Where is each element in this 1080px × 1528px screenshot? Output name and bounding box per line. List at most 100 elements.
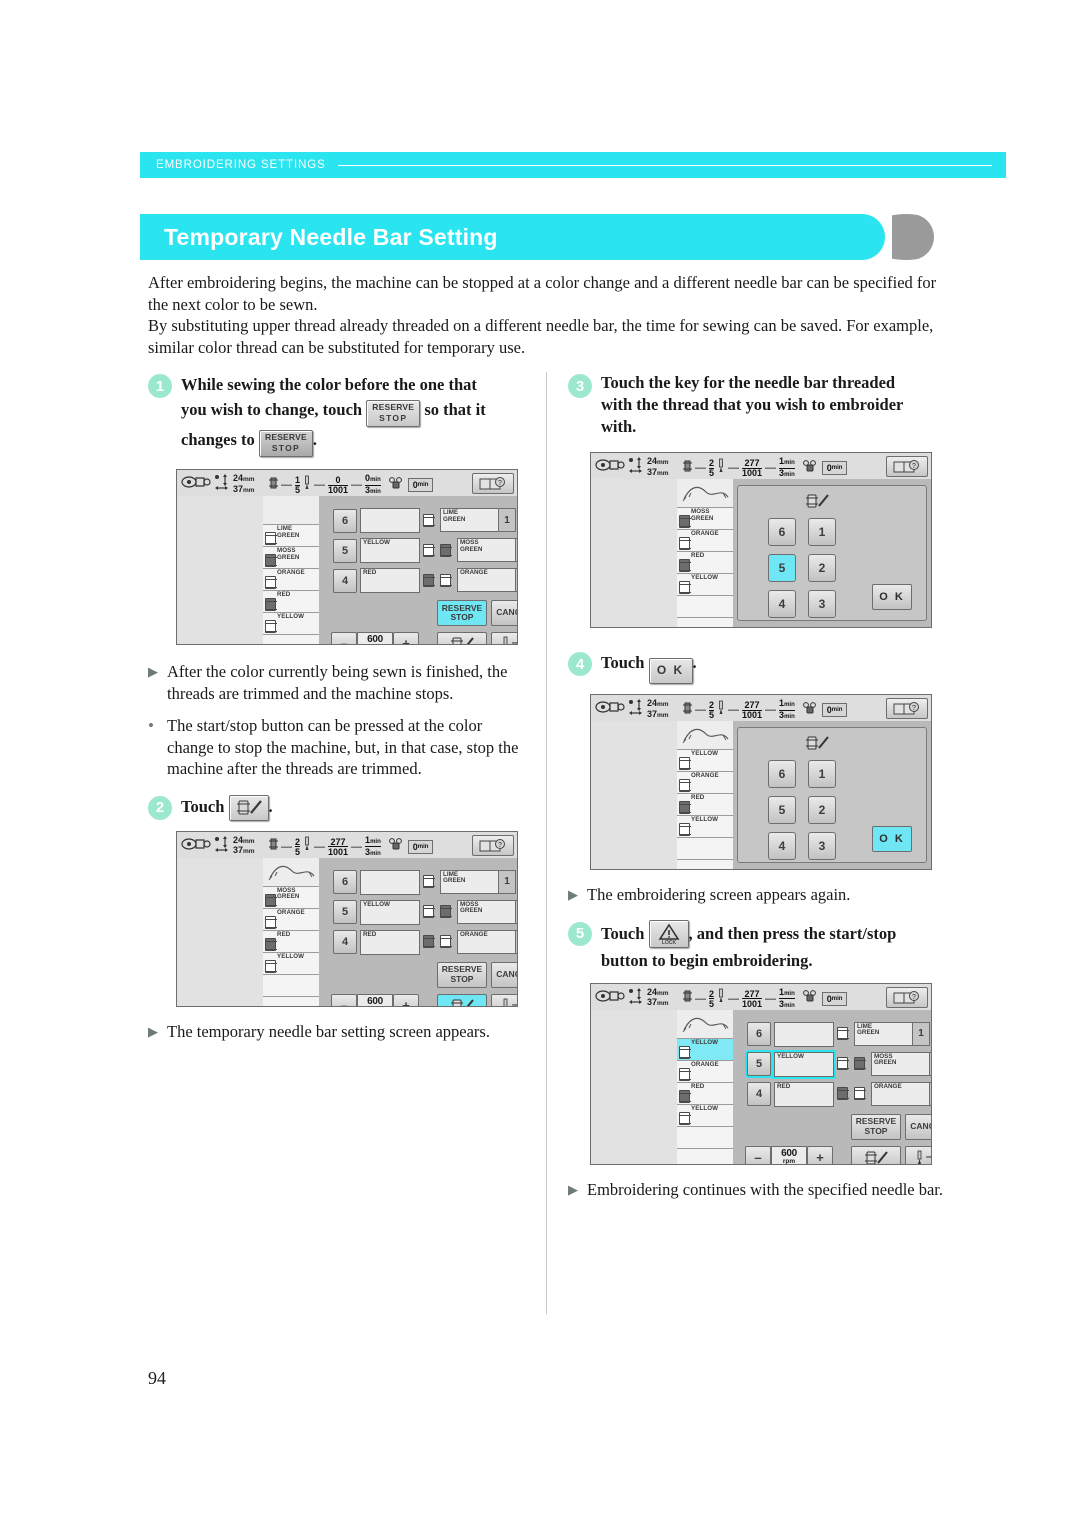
needle-bar-setting-button[interactable] [851, 1145, 901, 1164]
help-key[interactable]: ? [886, 986, 928, 1008]
help-key[interactable]: ? [472, 473, 514, 494]
thread-list-item[interactable]: ORANGE3 [263, 908, 328, 931]
reserve-stop-button[interactable]: RESERVE STOP [851, 1113, 901, 1140]
needle-bar-row-right[interactable]: MOSSGREEN 2 [422, 538, 517, 562]
keypad-key-2[interactable]: 2 [808, 796, 836, 824]
thread-list-item[interactable]: YELLOW5 [263, 952, 328, 975]
thread-list-item[interactable]: YELLOW5 [263, 613, 328, 635]
needle-bar-number[interactable]: 4 [747, 1082, 771, 1106]
reserve-stop-button[interactable]: RESERVE STOP [437, 600, 487, 626]
thread-list-item[interactable]: RED4 [677, 794, 742, 816]
needle-bar-row-left[interactable]: 6 [747, 1021, 834, 1047]
keypad-ok-button[interactable]: O K [872, 584, 912, 610]
needle-color-key[interactable]: MOSSGREEN 2 [457, 538, 517, 562]
speed-increase-button[interactable]: + [807, 1145, 833, 1164]
needle-bar-row-left[interactable]: 4 RED [747, 1081, 834, 1107]
needle-bar-thread-name[interactable]: RED [774, 1081, 834, 1107]
thread-list-item[interactable]: YELLOW5 [677, 750, 742, 772]
needle-bar-setting-button[interactable] [437, 632, 487, 644]
needle-bar-row-left[interactable]: 4 RED [333, 568, 420, 593]
needle-bar-thread-name[interactable] [774, 1021, 834, 1047]
needle-bar-row-right[interactable]: LIME GREEN 1 [836, 1021, 930, 1046]
thread-list-item[interactable]: ORANGE3 [677, 530, 742, 552]
thread-list-item[interactable]: MOSSGREEN2 [263, 547, 328, 569]
lcd-screen-step1[interactable]: 24mm 37mm —1 5—0 1001—0min 3min 0 min? LIME GREEN… [176, 469, 518, 645]
speed-decrease-button[interactable]: – [331, 993, 357, 1006]
lcd-screen-step3[interactable]: 24mm 37mm —2 5—277 1001—1min 3min 0 min? MOSS GRE… [590, 452, 932, 628]
needle-bar-row-left[interactable]: 5 YELLOW [333, 899, 420, 925]
thread-list-item[interactable]: ORANGE3 [263, 569, 328, 591]
help-key[interactable]: ? [886, 456, 928, 477]
needle-position-button[interactable]: –/+ [905, 1145, 931, 1164]
keypad-key-1[interactable]: 1 [808, 518, 836, 546]
needle-bar-row-left[interactable]: 6 [333, 508, 420, 533]
cancel-button[interactable]: CANCEL [491, 961, 517, 988]
thread-list-item[interactable]: LIMEGREEN1 [263, 525, 328, 547]
keypad-ok-button[interactable]: O K [872, 826, 912, 852]
needle-bar-number[interactable]: 5 [333, 538, 357, 563]
needle-bar-row-right[interactable]: ORANGE 3 [422, 929, 517, 954]
needle-color-key[interactable]: MOSSGREEN 2 [457, 899, 517, 924]
speed-increase-button[interactable]: + [393, 993, 419, 1006]
needle-bar-row-right[interactable]: ORANGE 3 [836, 1081, 931, 1106]
thread-list-item[interactable]: YELLOW5 [677, 1038, 742, 1061]
keypad-key-4[interactable]: 4 [768, 590, 796, 618]
keypad-key-4[interactable]: 4 [768, 832, 796, 860]
needle-bar-row-left[interactable]: 5 YELLOW [333, 538, 420, 563]
needle-bar-number[interactable]: 4 [333, 930, 357, 954]
needle-color-key[interactable]: ORANGE 3 [871, 1081, 931, 1106]
needle-color-key[interactable]: LIME GREEN 1 [854, 1021, 930, 1046]
needle-position-button[interactable]: –/+ [491, 632, 517, 644]
needle-bar-thread-name[interactable] [360, 508, 420, 533]
lcd-screen-step2[interactable]: 24mm 37mm —2 5—277 1001—1min 3min 0 min? MOSS GRE… [176, 830, 518, 1007]
thread-list-item[interactable]: MOSSGREEN2 [677, 508, 742, 530]
thread-list-item[interactable]: YELLOW5 [677, 816, 742, 838]
needle-color-key[interactable]: MOSSGREEN 2 [871, 1051, 931, 1076]
needle-bar-row-right[interactable]: MOSSGREEN 2 [422, 899, 517, 924]
keypad-key-3[interactable]: 3 [808, 832, 836, 860]
thread-list-item[interactable]: RED4 [677, 552, 742, 574]
cancel-button[interactable]: CANCEL [491, 600, 517, 626]
needle-color-key[interactable]: LIME GREEN 1 [440, 508, 516, 532]
needle-bar-row-right[interactable]: LIME GREEN 1 [422, 508, 516, 532]
needle-bar-number[interactable]: 5 [333, 900, 357, 924]
needle-bar-thread-name[interactable]: RED [360, 568, 420, 593]
thread-list-item[interactable]: YELLOW5 [677, 574, 742, 596]
needle-bar-setting-button[interactable] [437, 993, 487, 1006]
needle-bar-row-left[interactable]: 6 [333, 869, 420, 895]
thread-list-item[interactable]: YELLOW5 [677, 1104, 742, 1127]
keypad-key-5[interactable]: 5 [768, 554, 796, 582]
needle-bar-number[interactable]: 6 [333, 870, 357, 894]
needle-bar-number[interactable]: 6 [747, 1022, 771, 1046]
thread-list-item[interactable]: RED4 [677, 1082, 742, 1105]
keypad-key-6[interactable]: 6 [768, 518, 796, 546]
needle-bar-thread-name[interactable]: YELLOW [360, 899, 420, 925]
thread-list-item[interactable]: RED4 [263, 930, 328, 953]
thread-list-item[interactable]: MOSSGREEN2 [263, 886, 328, 909]
keypad-key-1[interactable]: 1 [808, 760, 836, 788]
keypad-key-2[interactable]: 2 [808, 554, 836, 582]
reserve-stop-button[interactable]: RESERVE STOP [437, 961, 487, 988]
cancel-button[interactable]: CANCEL [905, 1113, 931, 1140]
needle-color-key[interactable]: LIME GREEN 1 [440, 869, 516, 894]
needle-bar-thread-name[interactable]: YELLOW [360, 538, 420, 563]
needle-bar-number[interactable]: 5 [747, 1052, 771, 1076]
needle-bar-row-right[interactable]: MOSSGREEN 2 [836, 1051, 931, 1076]
needle-bar-thread-name[interactable]: RED [360, 929, 420, 955]
needle-bar-row-left[interactable]: 4 RED [333, 929, 420, 955]
speed-decrease-button[interactable]: – [745, 1145, 771, 1164]
needle-bar-thread-name[interactable] [360, 869, 420, 895]
thread-list-item[interactable]: ORANGE3 [677, 1060, 742, 1083]
needle-color-key[interactable]: ORANGE 3 [457, 568, 517, 592]
lcd-screen-step4[interactable]: 24mm37mm—25—2771001—1min3min0min?YELLOW5… [590, 694, 932, 870]
thread-list-item[interactable]: ORANGE3 [677, 772, 742, 794]
speed-increase-button[interactable]: + [393, 632, 419, 644]
needle-bar-row-left[interactable]: 5 YELLOW [747, 1051, 834, 1077]
thread-list-item[interactable]: RED4 [263, 591, 328, 613]
needle-bar-row-right[interactable]: LIME GREEN 1 [422, 869, 516, 894]
keypad-key-5[interactable]: 5 [768, 796, 796, 824]
needle-bar-row-right[interactable]: ORANGE 3 [422, 568, 517, 592]
lcd-screen-step5[interactable]: 24mm37mm—25—2771001—1min3min0min?YELLOW5… [590, 982, 932, 1165]
needle-bar-number[interactable]: 4 [333, 568, 357, 593]
keypad-key-3[interactable]: 3 [808, 590, 836, 618]
